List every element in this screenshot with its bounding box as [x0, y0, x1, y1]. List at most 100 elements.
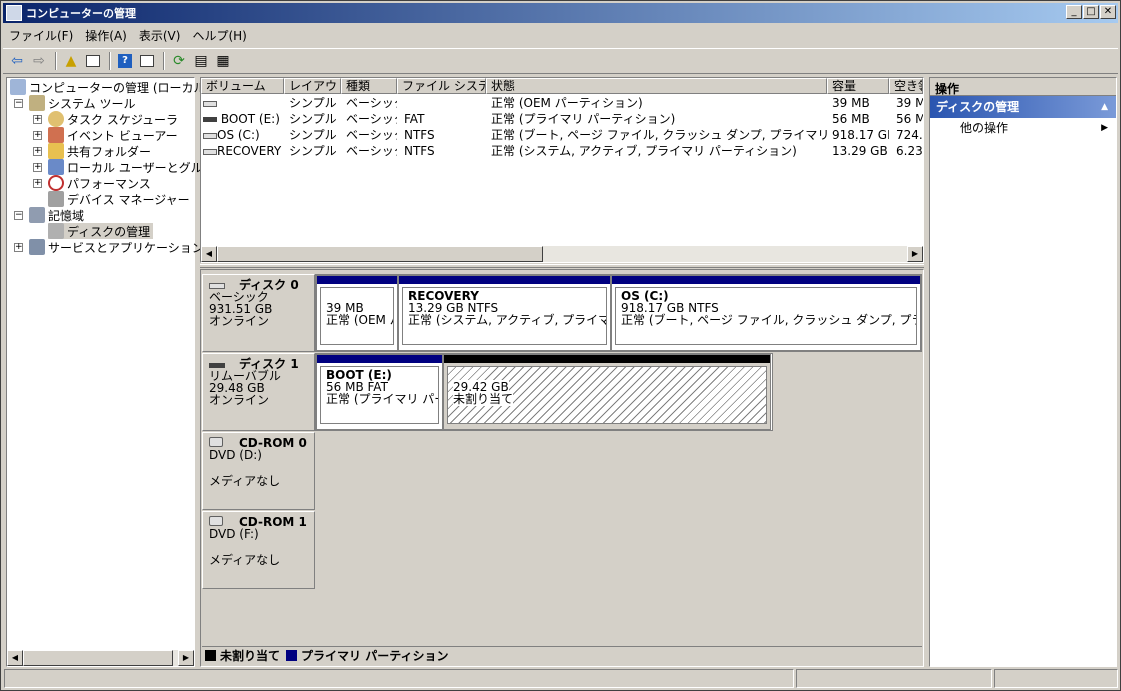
- show-hide-tree-icon[interactable]: [83, 51, 103, 71]
- status-bar-main: [4, 669, 794, 688]
- scroll-left-icon[interactable]: ◀: [201, 246, 217, 262]
- status-bar-section: [796, 669, 992, 688]
- col-volume[interactable]: ボリューム: [201, 78, 284, 94]
- scroll-left-icon[interactable]: ◀: [7, 650, 23, 666]
- list-horizontal-scrollbar[interactable]: ◀ ▶: [201, 246, 923, 262]
- back-arrow-icon[interactable]: ⇦: [7, 51, 27, 71]
- expand-icon[interactable]: +: [33, 162, 42, 172]
- tree-event-viewer[interactable]: + イベント ビューアー: [33, 127, 178, 143]
- actions-more[interactable]: 他の操作 ▶: [930, 118, 1116, 138]
- cdrom-icon: [209, 437, 223, 447]
- legend: 未割り当て プライマリ パーティション: [202, 646, 922, 664]
- scroll-thumb[interactable]: [217, 246, 543, 262]
- toolbar: ⇦ ⇨ ▲ ? ⟳ ▤ ▦: [3, 48, 1118, 74]
- table-row[interactable]: RECOVERY シンプル ベーシック NTFS 正常 (システム, アクティブ…: [201, 143, 923, 159]
- cdrom-icon: [209, 516, 223, 526]
- tree-horizontal-scrollbar[interactable]: ◀ ▶: [7, 650, 194, 666]
- actions-section-disk-management[interactable]: ディスクの管理 ▲: [930, 96, 1116, 118]
- scroll-thumb[interactable]: [23, 650, 173, 666]
- expand-icon[interactable]: +: [33, 130, 42, 140]
- shared-folder-icon: [48, 143, 64, 159]
- tree-device-manager[interactable]: デバイス マネージャー: [48, 191, 190, 207]
- partition-boot[interactable]: BOOT (E:) 56 MB FAT 正常 (プライマリ パーティ: [316, 354, 443, 430]
- disk0-header[interactable]: ディスク 0 ベーシック 931.51 GB オンライン: [202, 274, 315, 352]
- up-folder-icon[interactable]: ▲: [61, 51, 81, 71]
- collapse-icon[interactable]: −: [14, 210, 23, 220]
- tree-root[interactable]: コンピューターの管理 (ローカル): [10, 79, 210, 95]
- collapse-icon[interactable]: −: [14, 98, 23, 108]
- menu-file[interactable]: ファイル(F): [3, 27, 79, 44]
- tree-services-apps[interactable]: + サービスとアプリケーション: [14, 239, 204, 255]
- disk-map: ディスク 0 ベーシック 931.51 GB オンライン 39 MB 正常 (O…: [200, 269, 924, 667]
- table-row[interactable]: BOOT (E:) シンプル ベーシック FAT 正常 (プライマリ パーティシ…: [201, 111, 923, 127]
- submenu-arrow-icon: ▶: [1101, 123, 1108, 133]
- drive-icon: [203, 148, 217, 155]
- partition-oem[interactable]: 39 MB 正常 (OEM パ: [316, 275, 398, 351]
- drive-icon: [203, 132, 217, 139]
- app-window: コンピューターの管理 _ □ ✕ ファイル(F) 操作(A) 表示(V) ヘルプ…: [0, 0, 1121, 691]
- removable-disk-icon: [209, 363, 225, 368]
- tree-pane: コンピューターの管理 (ローカル) − システム ツール + タスク スケジュー…: [6, 77, 226, 667]
- actions-pane: 操作 ディスクの管理 ▲ 他の操作 ▶: [929, 77, 1117, 667]
- event-viewer-icon: [48, 127, 64, 143]
- storage-icon: [29, 207, 45, 223]
- col-layout[interactable]: レイアウト: [284, 78, 341, 94]
- drive-icon: [203, 100, 217, 107]
- col-filesystem[interactable]: ファイル システム: [397, 78, 486, 94]
- status-bar-section: [994, 669, 1118, 688]
- refresh-icon[interactable]: ⟳: [169, 51, 189, 71]
- tree-system-tools[interactable]: − システム ツール: [14, 95, 135, 111]
- col-type[interactable]: 種類: [341, 78, 397, 94]
- window-title: コンピューターの管理: [26, 7, 136, 20]
- tree-shared-folders[interactable]: + 共有フォルダー: [33, 143, 151, 159]
- export-list-icon[interactable]: ▦: [213, 51, 233, 71]
- col-status[interactable]: 状態: [486, 78, 827, 94]
- partition-unallocated[interactable]: 29.42 GB 未割り当て: [443, 354, 771, 430]
- disk-status: メディアなし: [209, 553, 281, 567]
- table-row[interactable]: シンプル ベーシック 正常 (OEM パーティション) 39 MB 39 MI: [201, 95, 923, 111]
- table-row[interactable]: OS (C:) シンプル ベーシック NTFS 正常 (ブート, ページ ファイ…: [201, 127, 923, 143]
- tree-task-scheduler[interactable]: + タスク スケジューラ: [33, 111, 178, 127]
- disk-status: オンライン: [209, 393, 270, 407]
- tree-local-users[interactable]: + ローカル ユーザーとグループ: [33, 159, 226, 175]
- col-free[interactable]: 空き領: [889, 78, 923, 94]
- maximize-button[interactable]: □: [1083, 5, 1099, 19]
- show-hide-action-pane-icon[interactable]: [137, 51, 157, 71]
- disk1-header[interactable]: ディスク 1 リムーバブル 29.48 GB オンライン: [202, 353, 315, 431]
- device-manager-icon: [48, 191, 64, 207]
- forward-arrow-icon[interactable]: ⇨: [29, 51, 49, 71]
- expand-icon[interactable]: +: [33, 114, 42, 124]
- disk-icon: [209, 283, 225, 289]
- col-capacity[interactable]: 容量: [827, 78, 889, 94]
- menu-bar: ファイル(F) 操作(A) 表示(V) ヘルプ(H): [3, 25, 1118, 45]
- tree-storage[interactable]: − 記憶域: [14, 207, 84, 223]
- help-icon[interactable]: ?: [115, 51, 135, 71]
- tools-icon: [29, 95, 45, 111]
- expand-icon[interactable]: +: [33, 178, 42, 188]
- minimize-button[interactable]: _: [1066, 5, 1082, 19]
- close-button[interactable]: ✕: [1100, 5, 1116, 19]
- partition-os[interactable]: OS (C:) 918.17 GB NTFS 正常 (ブート, ページ ファイル…: [611, 275, 921, 351]
- expand-icon[interactable]: +: [33, 146, 42, 156]
- tree-disk-management[interactable]: ディスクの管理: [48, 223, 154, 239]
- title-bar[interactable]: コンピューターの管理: [3, 3, 1118, 23]
- removable-drive-icon: [203, 117, 217, 122]
- properties-icon[interactable]: ▤: [191, 51, 211, 71]
- unallocated-swatch: [205, 650, 216, 661]
- disk-type: DVD (F:): [209, 527, 259, 541]
- collapse-up-icon[interactable]: ▲: [1101, 96, 1108, 118]
- menu-view[interactable]: 表示(V): [133, 27, 187, 44]
- cdrom0-header[interactable]: CD-ROM 0 DVD (D:) メディアなし: [202, 432, 315, 510]
- scroll-right-icon[interactable]: ▶: [178, 650, 194, 666]
- partition-recovery[interactable]: RECOVERY 13.29 GB NTFS 正常 (システム, アクティブ, …: [398, 275, 611, 351]
- tree-performance[interactable]: + パフォーマンス: [33, 175, 151, 191]
- performance-icon: [48, 175, 64, 191]
- computer-icon: [10, 79, 26, 95]
- pane-splitter[interactable]: [200, 264, 924, 268]
- expand-icon[interactable]: +: [14, 242, 23, 252]
- menu-help[interactable]: ヘルプ(H): [186, 27, 252, 44]
- scroll-right-icon[interactable]: ▶: [907, 246, 923, 262]
- menu-action[interactable]: 操作(A): [79, 27, 133, 44]
- cdrom1-header[interactable]: CD-ROM 1 DVD (F:) メディアなし: [202, 511, 315, 589]
- computer-management-icon: [6, 5, 22, 21]
